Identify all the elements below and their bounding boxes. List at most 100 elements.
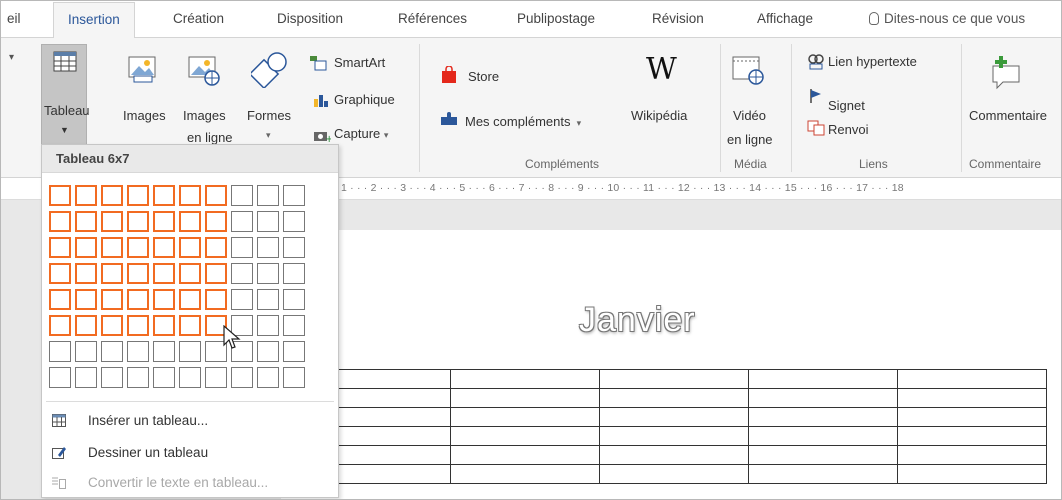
table-grid-cell[interactable] bbox=[257, 185, 279, 206]
draw-table-menu-item[interactable]: Dessiner un tableau bbox=[42, 439, 338, 467]
table-cell[interactable] bbox=[599, 445, 749, 465]
table-grid-cell[interactable] bbox=[127, 341, 149, 362]
table-grid-cell[interactable] bbox=[179, 367, 201, 388]
formes-button[interactable]: Formes bbox=[247, 108, 291, 123]
table-grid-cell-selected[interactable] bbox=[179, 315, 201, 336]
capture-button[interactable]: Capture ▾ bbox=[334, 126, 388, 141]
table-cell[interactable] bbox=[897, 445, 1047, 465]
store-button[interactable]: Store bbox=[468, 69, 499, 84]
table-grid-cell[interactable] bbox=[49, 341, 71, 362]
table-grid-cell[interactable] bbox=[231, 263, 253, 284]
tab-publipostage[interactable]: Publipostage bbox=[517, 11, 595, 26]
tab-references[interactable]: Références bbox=[398, 11, 467, 26]
table-grid-cell[interactable] bbox=[101, 341, 123, 362]
table-grid-cell-selected[interactable] bbox=[101, 289, 123, 310]
table-grid-cell-selected[interactable] bbox=[179, 263, 201, 284]
table-grid-cell[interactable] bbox=[205, 367, 227, 388]
tell-me-box[interactable]: Dites-nous ce que vous bbox=[869, 11, 1025, 26]
table-grid-cell-selected[interactable] bbox=[101, 185, 123, 206]
table-grid-cell-selected[interactable] bbox=[153, 289, 175, 310]
table-cell[interactable] bbox=[599, 388, 749, 408]
table-cell[interactable] bbox=[748, 464, 898, 484]
table-grid-cell-selected[interactable] bbox=[127, 185, 149, 206]
table-grid-cell-selected[interactable] bbox=[75, 237, 97, 258]
table-grid-cell[interactable] bbox=[231, 289, 253, 310]
table-grid-cell-selected[interactable] bbox=[127, 289, 149, 310]
table-grid-cell-selected[interactable] bbox=[179, 289, 201, 310]
table-grid-cell-selected[interactable] bbox=[75, 211, 97, 232]
table-grid-cell-selected[interactable] bbox=[153, 237, 175, 258]
table-grid-cell-selected[interactable] bbox=[205, 211, 227, 232]
table-cell[interactable] bbox=[599, 426, 749, 446]
table-grid-cell[interactable] bbox=[283, 367, 305, 388]
table-grid-cell-selected[interactable] bbox=[75, 185, 97, 206]
table-grid-cell-selected[interactable] bbox=[205, 289, 227, 310]
table-grid-cell[interactable] bbox=[257, 263, 279, 284]
table-cell[interactable] bbox=[450, 426, 600, 446]
table-grid-cell-selected[interactable] bbox=[127, 237, 149, 258]
table-grid-cell-selected[interactable] bbox=[49, 237, 71, 258]
insert-table-menu-item[interactable]: Insérer un tableau... bbox=[42, 407, 338, 435]
formes-dropdown-icon[interactable]: ▾ bbox=[266, 130, 271, 141]
images-en-ligne-button[interactable]: Images bbox=[183, 108, 226, 123]
table-grid-cell-selected[interactable] bbox=[49, 289, 71, 310]
images-button[interactable]: Images bbox=[123, 108, 166, 123]
table-grid-cell[interactable] bbox=[231, 367, 253, 388]
table-grid-cell-selected[interactable] bbox=[179, 237, 201, 258]
table-grid-cell[interactable] bbox=[101, 367, 123, 388]
table-grid-cell-selected[interactable] bbox=[153, 185, 175, 206]
table-grid-cell-selected[interactable] bbox=[205, 263, 227, 284]
table-grid-cell-selected[interactable] bbox=[179, 211, 201, 232]
table-cell[interactable] bbox=[450, 407, 600, 427]
table-grid-cell[interactable] bbox=[127, 367, 149, 388]
table-grid-cell[interactable] bbox=[283, 315, 305, 336]
tab-disposition[interactable]: Disposition bbox=[277, 11, 343, 26]
tab-affichage[interactable]: Affichage bbox=[757, 11, 813, 26]
renvoi-button[interactable]: Renvoi bbox=[828, 122, 868, 137]
table-grid-cell-selected[interactable] bbox=[101, 263, 123, 284]
table-grid-cell[interactable] bbox=[231, 185, 253, 206]
table-cell[interactable] bbox=[897, 426, 1047, 446]
table-cell[interactable] bbox=[897, 407, 1047, 427]
table-cell[interactable] bbox=[748, 369, 898, 389]
table-grid-cell[interactable] bbox=[231, 237, 253, 258]
table-grid-cell-selected[interactable] bbox=[49, 185, 71, 206]
tab-creation[interactable]: Création bbox=[173, 11, 224, 26]
table-cell[interactable] bbox=[599, 369, 749, 389]
table-grid-cell[interactable] bbox=[231, 211, 253, 232]
collapse-arrow-icon[interactable]: ▾ bbox=[9, 52, 14, 63]
table-grid-cell[interactable] bbox=[257, 211, 279, 232]
table-cell[interactable] bbox=[748, 407, 898, 427]
table-cell[interactable] bbox=[748, 426, 898, 446]
table-cell[interactable] bbox=[450, 445, 600, 465]
table-grid-cell-selected[interactable] bbox=[205, 185, 227, 206]
document-title-janvier[interactable]: Janvier bbox=[579, 301, 696, 340]
table-grid-cell[interactable] bbox=[283, 341, 305, 362]
table-grid-cell-selected[interactable] bbox=[127, 263, 149, 284]
commentaire-button[interactable]: Commentaire bbox=[969, 108, 1047, 123]
table-grid-cell-selected[interactable] bbox=[153, 211, 175, 232]
table-cell[interactable] bbox=[599, 407, 749, 427]
document-table[interactable] bbox=[301, 369, 1047, 484]
table-grid-cell-selected[interactable] bbox=[101, 237, 123, 258]
smartart-button[interactable]: SmartArt bbox=[334, 55, 385, 70]
table-grid-cell-selected[interactable] bbox=[49, 211, 71, 232]
table-cell[interactable] bbox=[748, 445, 898, 465]
table-grid-cell[interactable] bbox=[153, 341, 175, 362]
video-en-ligne-button[interactable]: Vidéo bbox=[733, 108, 766, 123]
table-grid-cell-selected[interactable] bbox=[101, 315, 123, 336]
table-cell[interactable] bbox=[897, 464, 1047, 484]
mes-complements-button[interactable]: Mes compléments ▾ bbox=[465, 114, 581, 129]
table-cell[interactable] bbox=[450, 388, 600, 408]
table-grid-cell-selected[interactable] bbox=[127, 211, 149, 232]
table-grid-cell[interactable] bbox=[283, 211, 305, 232]
table-grid-cell-selected[interactable] bbox=[153, 263, 175, 284]
table-grid-cell-selected[interactable] bbox=[49, 263, 71, 284]
table-grid-cell[interactable] bbox=[49, 367, 71, 388]
table-grid-cell[interactable] bbox=[257, 367, 279, 388]
table-grid-cell[interactable] bbox=[283, 237, 305, 258]
table-cell[interactable] bbox=[748, 388, 898, 408]
table-grid-cell-selected[interactable] bbox=[101, 211, 123, 232]
table-grid-cell-selected[interactable] bbox=[179, 185, 201, 206]
table-grid-cell-selected[interactable] bbox=[153, 315, 175, 336]
